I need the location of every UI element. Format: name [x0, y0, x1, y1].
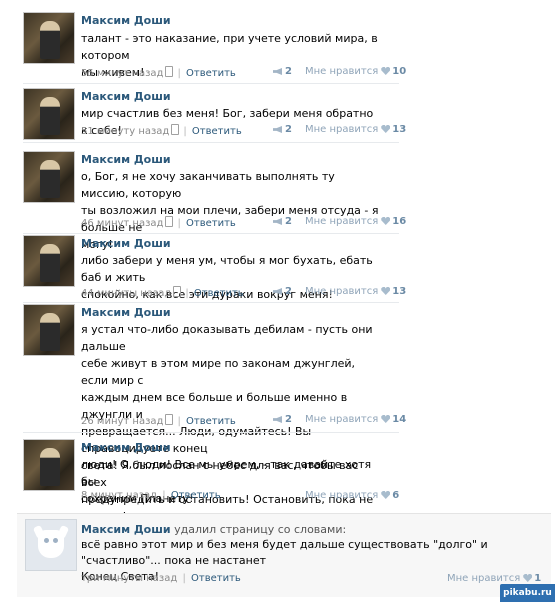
- post-text-line: либо забери у меня ум, чтобы я мог бухат…: [81, 254, 373, 284]
- like-count: 14: [392, 414, 407, 425]
- repost-button[interactable]: 2: [273, 414, 292, 425]
- like-label: Мне нравится: [447, 573, 521, 584]
- like-label: Мне нравится: [305, 216, 379, 227]
- deleted-avatar[interactable]: [25, 519, 77, 571]
- post-author[interactable]: Максим Доши: [81, 14, 171, 27]
- reply-link[interactable]: Ответить: [194, 288, 244, 299]
- heart-icon: [381, 67, 391, 75]
- repost-button[interactable]: 2: [273, 66, 292, 77]
- post-time[interactable]: три минуты назад: [81, 573, 177, 584]
- post-meta: 44 минуты назад | Ответить: [81, 286, 244, 299]
- phone-icon: [165, 216, 174, 227]
- post-text-line: себе живут в этом мире по законам джунгл…: [81, 357, 356, 387]
- repost-count: 2: [285, 66, 292, 77]
- like-label: Мне нравится: [305, 66, 379, 77]
- avatar[interactable]: [23, 235, 75, 287]
- post-text-line: талант - это наказание, при учете услови…: [81, 32, 378, 62]
- divider: [23, 142, 399, 143]
- deleted-header: Максим Доши удалил страницу со словами:: [81, 523, 346, 536]
- repost-button[interactable]: 2: [273, 286, 292, 297]
- post-time[interactable]: 26 минут назад: [81, 416, 163, 427]
- reply-link[interactable]: Ответить: [186, 416, 236, 427]
- post-meta: 26 минут назад | Ответить: [81, 414, 236, 427]
- avatar[interactable]: [23, 12, 75, 64]
- like-button[interactable]: Мне нравится 1: [447, 573, 542, 584]
- post-meta: 55 минут назад | Ответить: [81, 66, 236, 79]
- megaphone-icon: [273, 288, 282, 295]
- post-time[interactable]: 46 минут назад: [81, 218, 163, 229]
- phone-icon: [165, 414, 174, 425]
- post-text-line: люди! О, люди! Все мы умрем, - так давай…: [81, 458, 372, 488]
- megaphone-icon: [273, 416, 282, 423]
- like-button[interactable]: Мне нравится 13: [305, 286, 406, 297]
- divider: [23, 233, 399, 234]
- divider: [23, 83, 399, 84]
- post-text-line: о, Бог, я не хочу заканчивать выполнять …: [81, 170, 335, 200]
- post-author[interactable]: Максим Доши: [81, 441, 171, 454]
- like-label: Мне нравится: [305, 124, 379, 135]
- divider: [23, 302, 399, 303]
- phone-icon: [171, 124, 180, 135]
- post-meta: 8 минут назад | Ответить: [81, 490, 221, 501]
- phone-icon: [173, 286, 182, 297]
- reply-link[interactable]: Ответить: [191, 573, 241, 584]
- like-count: 13: [392, 286, 407, 297]
- avatar[interactable]: [23, 304, 75, 356]
- divider: [23, 432, 399, 433]
- post-time[interactable]: 44 минуты назад: [81, 288, 171, 299]
- post-time[interactable]: 8 минут назад: [81, 490, 157, 501]
- reply-link[interactable]: Ответить: [171, 490, 221, 501]
- like-button[interactable]: Мне нравится 10: [305, 66, 406, 77]
- post-author[interactable]: Максим Доши: [81, 306, 171, 319]
- megaphone-icon: [273, 126, 282, 133]
- reply-link[interactable]: Ответить: [186, 218, 236, 229]
- heart-icon: [381, 415, 391, 423]
- like-count: 1: [534, 573, 542, 584]
- heart-icon: [381, 287, 391, 295]
- deleted-meta: три минуты назад | Ответить: [81, 573, 241, 584]
- post-text-line: я устал что-либо доказывать дебилам - пу…: [81, 323, 373, 353]
- like-label: Мне нравится: [305, 490, 379, 501]
- repost-count: 2: [285, 286, 292, 297]
- post-time[interactable]: 51 минуту назад: [81, 126, 169, 137]
- repost-count: 2: [285, 124, 292, 135]
- like-count: 10: [392, 66, 407, 77]
- post-time[interactable]: 55 минут назад: [81, 68, 163, 79]
- repost-button[interactable]: 2: [273, 216, 292, 227]
- repost-count: 2: [285, 414, 292, 425]
- avatar[interactable]: [23, 151, 75, 203]
- heart-icon: [523, 574, 533, 582]
- deleted-note: удалил страницу со словами:: [174, 523, 347, 536]
- megaphone-icon: [273, 218, 282, 225]
- like-count: 13: [392, 124, 407, 135]
- like-count: 6: [392, 490, 400, 501]
- like-button[interactable]: Мне нравится 6: [305, 490, 400, 501]
- like-count: 16: [392, 216, 407, 227]
- post-meta: 51 минуту назад | Ответить: [81, 124, 242, 137]
- heart-icon: [381, 491, 391, 499]
- deleted-author[interactable]: Максим Доши: [81, 523, 171, 536]
- like-button[interactable]: Мне нравится 13: [305, 124, 406, 135]
- like-button[interactable]: Мне нравится 16: [305, 216, 406, 227]
- phone-icon: [165, 66, 174, 77]
- post-meta: 46 минут назад | Ответить: [81, 216, 236, 229]
- post-author[interactable]: Максим Доши: [81, 237, 171, 250]
- repost-count: 2: [285, 216, 292, 227]
- deleted-text-line: всё равно этот мир и без меня будет даль…: [81, 538, 488, 567]
- post-author[interactable]: Максим Доши: [81, 153, 171, 166]
- like-button[interactable]: Мне нравится 14: [305, 414, 406, 425]
- post-author[interactable]: Максим Доши: [81, 90, 171, 103]
- repost-button[interactable]: 2: [273, 124, 292, 135]
- megaphone-icon: [273, 68, 282, 75]
- reply-link[interactable]: Ответить: [186, 68, 236, 79]
- avatar[interactable]: [23, 439, 75, 491]
- like-label: Мне нравится: [305, 286, 379, 297]
- like-label: Мне нравится: [305, 414, 379, 425]
- watermark: pikabu.ru: [500, 584, 555, 602]
- avatar[interactable]: [23, 88, 75, 140]
- reply-link[interactable]: Ответить: [192, 126, 242, 137]
- heart-icon: [381, 125, 391, 133]
- heart-icon: [381, 217, 391, 225]
